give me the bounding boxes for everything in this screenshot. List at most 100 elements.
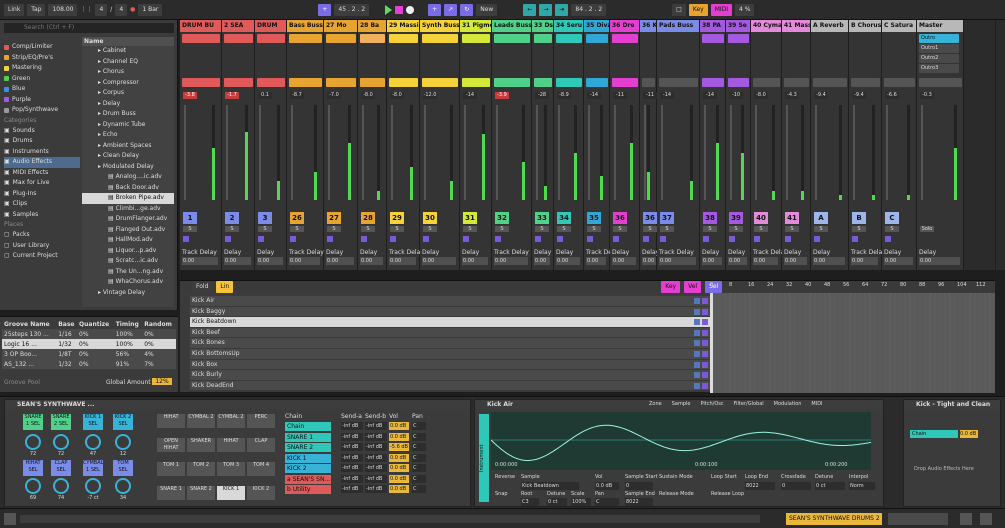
track-number[interactable]: 34 (557, 212, 571, 224)
track-number[interactable]: 36 (613, 212, 627, 224)
clip-stop-button[interactable] (494, 78, 530, 87)
clip-slot[interactable] (422, 34, 458, 43)
track-header[interactable]: 40 Cyma (751, 20, 781, 32)
macro-pad[interactable]: CLAP SEL (51, 460, 71, 476)
solo-button[interactable]: S (327, 226, 341, 232)
chain-column-header[interactable]: Vol (389, 413, 398, 420)
volume-readout[interactable]: -11 (643, 92, 657, 99)
delay-value[interactable]: 0.00 (257, 257, 283, 265)
drum-rack-title[interactable]: SEAN'S SYNTHWAVE ... (5, 400, 470, 409)
folder-item[interactable]: ▸ Clean Delay (82, 151, 174, 162)
clip-slot[interactable] (224, 34, 253, 43)
arm-button[interactable] (290, 236, 296, 242)
track-header[interactable]: 41 Massi (782, 20, 810, 32)
clip-slot[interactable] (326, 34, 356, 43)
sampler-vol[interactable]: 0.0 dB (595, 482, 619, 490)
clip-stop-button[interactable] (326, 78, 356, 87)
drum-pad[interactable]: HIHAT (217, 438, 245, 452)
sampler-tab[interactable]: Pitch/Osc (696, 401, 728, 408)
status-right-icon[interactable] (960, 513, 972, 525)
volume-fader-track[interactable] (496, 105, 498, 200)
volume-fader-track[interactable] (259, 105, 261, 200)
draw-mode-icon[interactable]: □ (672, 3, 686, 16)
chain-pan[interactable]: C (412, 453, 426, 462)
clip-stop-button[interactable] (182, 78, 220, 87)
delay-value[interactable]: 0.00 (389, 257, 416, 265)
status-view-icon[interactable] (980, 513, 992, 525)
track-number[interactable]: 1 (183, 212, 197, 224)
chain-name[interactable]: a SEAN'S SN... (285, 474, 331, 484)
horizontal-scrollbar[interactable] (20, 515, 760, 523)
delay-value[interactable]: 0.00 (289, 257, 320, 265)
detune-field[interactable]: 0 ct (815, 482, 845, 490)
volume-fader-track[interactable] (362, 105, 364, 200)
macro-knob[interactable] (115, 478, 131, 494)
volume-fader-track[interactable] (815, 105, 817, 200)
arm-button[interactable] (225, 236, 231, 242)
track-header[interactable]: Synth Buss (420, 20, 459, 32)
category-item[interactable]: ▣ Instruments (4, 147, 80, 158)
drum-pad[interactable]: SNARE 1 (157, 486, 185, 500)
arm-button[interactable] (557, 236, 563, 242)
chain-pan[interactable]: C (412, 474, 426, 483)
category-item[interactable]: ▣ Audio Effects (4, 157, 80, 168)
solo-button[interactable]: S (754, 226, 768, 232)
solo-button[interactable]: S (258, 226, 272, 232)
groove-row[interactable]: Logic 16 ... 1/32 0% 100% 0% (2, 339, 176, 349)
new-button[interactable]: New (476, 3, 498, 16)
arm-button[interactable] (495, 236, 501, 242)
macro-pad[interactable]: KICK 2 SEL (113, 414, 133, 430)
arm-button[interactable] (729, 236, 735, 242)
solo-button[interactable]: S (885, 226, 899, 232)
status-left-icon[interactable] (4, 513, 16, 525)
solo-button[interactable]: S (643, 226, 657, 232)
track-number[interactable]: 40 (754, 212, 768, 224)
drum-row[interactable]: Kick Baggy (190, 306, 710, 318)
drum-row-solo-button[interactable] (694, 340, 700, 347)
play-icon[interactable] (385, 4, 393, 15)
track-header[interactable]: DRUM (255, 20, 286, 32)
volume-readout[interactable]: -14 (587, 92, 601, 99)
collection-item[interactable]: Comp/Limiter (4, 42, 80, 53)
arm-button[interactable] (423, 236, 429, 242)
delay-value[interactable]: 0.00 (851, 257, 878, 265)
follow-button[interactable]: + (318, 3, 332, 16)
clip-slot[interactable] (289, 34, 322, 43)
chain-pan[interactable]: C (412, 432, 426, 441)
category-item[interactable]: ▣ Clips (4, 199, 80, 210)
track-number[interactable]: 41 (785, 212, 799, 224)
drum-row[interactable]: Kick Beatdown (190, 317, 710, 328)
track-number[interactable]: A (814, 212, 828, 224)
drum-row-mute-button[interactable] (702, 329, 708, 336)
chain-name[interactable]: b Utility (285, 485, 331, 494)
chain-volume[interactable]: 0.0 dB (389, 422, 409, 430)
preset-item[interactable]: ▤ Flanged Out.adv (82, 225, 174, 236)
solo-button[interactable]: S (183, 226, 197, 232)
track-number[interactable]: B (852, 212, 866, 224)
volume-readout[interactable]: -8.0 (390, 92, 404, 99)
drum-pad[interactable]: CLAP (247, 438, 275, 452)
solo-button[interactable]: S (660, 226, 674, 232)
groove-row[interactable]: AS_132 ... 1/32 0% 91% 7% (2, 359, 176, 369)
drum-row[interactable]: Kick DeadEnd (190, 380, 710, 392)
volume-fader-track[interactable] (291, 105, 293, 200)
drum-row-mute-button[interactable] (702, 340, 708, 347)
solo-button[interactable]: S (535, 226, 549, 232)
drum-pad[interactable]: SNARE 2 (187, 486, 215, 500)
folder-item[interactable]: ▸ Drum Buss (82, 109, 174, 120)
solo-button[interactable]: S (587, 226, 601, 232)
drum-row[interactable]: Kick Burly (190, 370, 710, 381)
clip-slot[interactable] (462, 34, 490, 43)
macro-knob[interactable] (25, 434, 41, 450)
key-map-button[interactable]: Key (688, 3, 708, 16)
delay-value[interactable]: 0.00 (534, 257, 550, 265)
chain-send-a[interactable]: -inf dB (341, 453, 363, 462)
clip-stop-button[interactable] (360, 78, 385, 87)
chain-pan[interactable]: C (412, 464, 426, 472)
track-number[interactable]: 36 (643, 212, 657, 224)
macro-knob[interactable] (85, 478, 101, 494)
volume-readout[interactable]: -7.0 (327, 92, 341, 99)
master-routing-item[interactable]: Outro2 (919, 54, 959, 63)
delay-value[interactable]: 0.00 (612, 257, 636, 265)
delay-value[interactable]: 0.00 (360, 257, 383, 265)
